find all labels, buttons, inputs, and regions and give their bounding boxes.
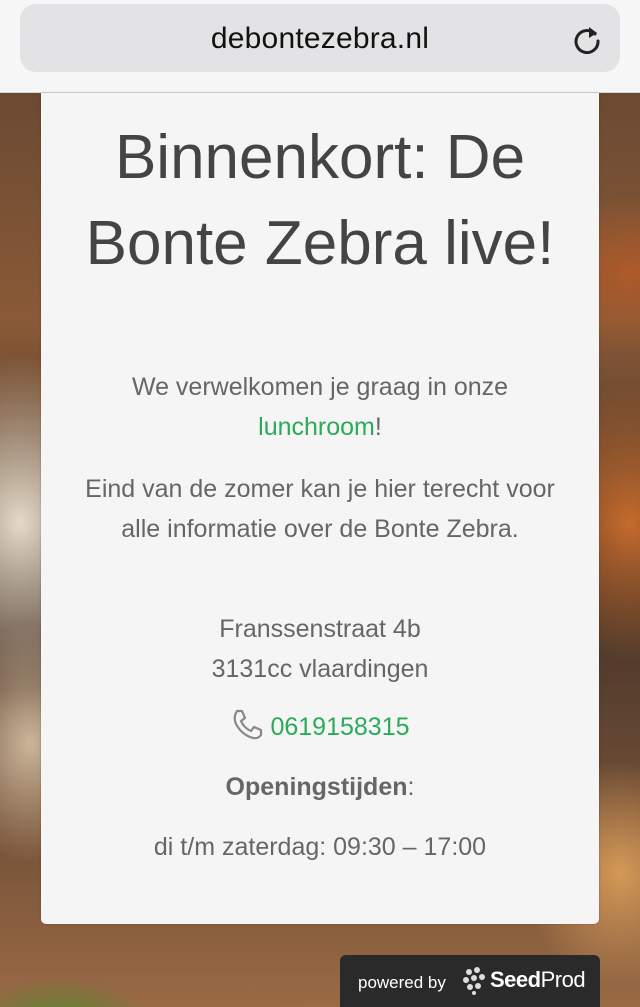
address-line-1: Franssenstraat 4b xyxy=(219,615,421,643)
opening-hours-heading: Openingstijden: xyxy=(41,767,599,807)
powered-by-badge[interactable]: powered by SeedProd xyxy=(340,955,600,1007)
brand-seed: Seed xyxy=(490,967,541,992)
opening-hours-label: Openingstijden xyxy=(225,773,408,801)
phone-line: 0619158315 xyxy=(41,707,599,747)
reload-icon[interactable] xyxy=(572,24,602,54)
url-text[interactable]: debontezebra.nl xyxy=(20,22,620,56)
info-paragraph: Eind van de zomer kan je hier terecht vo… xyxy=(85,475,555,543)
brand-prod: Prod xyxy=(540,967,586,992)
seedprod-brand: SeedProd xyxy=(490,967,586,993)
phone-icon xyxy=(234,709,263,740)
seedprod-logo-icon xyxy=(463,967,485,995)
phone-link[interactable]: 0619158315 xyxy=(270,713,409,741)
lunchroom-link[interactable]: lunchroom xyxy=(258,413,375,441)
page-title: Binnenkort: De Bonte Zebra live! xyxy=(85,123,555,278)
opening-hours-colon: : xyxy=(407,773,415,801)
powered-by-text: powered by xyxy=(358,973,446,992)
welcome-paragraph: We verwelkomen je graag in onze lunchroo… xyxy=(41,367,599,447)
opening-hours: di t/m zaterdag: 09:30 – 17:00 xyxy=(153,833,487,861)
welcome-text: We verwelkomen je graag in onze xyxy=(131,373,509,401)
address: Franssenstraat 4b 3131cc vlaardingen xyxy=(41,609,599,689)
address-bar[interactable]: debontezebra.nl xyxy=(20,4,620,72)
address-line-2: 3131cc vlaardingen xyxy=(211,655,429,683)
browser-toolbar: debontezebra.nl xyxy=(0,0,640,93)
welcome-end: ! xyxy=(374,413,382,441)
content-card: Binnenkort: De Bonte Zebra live! We verw… xyxy=(41,93,599,924)
